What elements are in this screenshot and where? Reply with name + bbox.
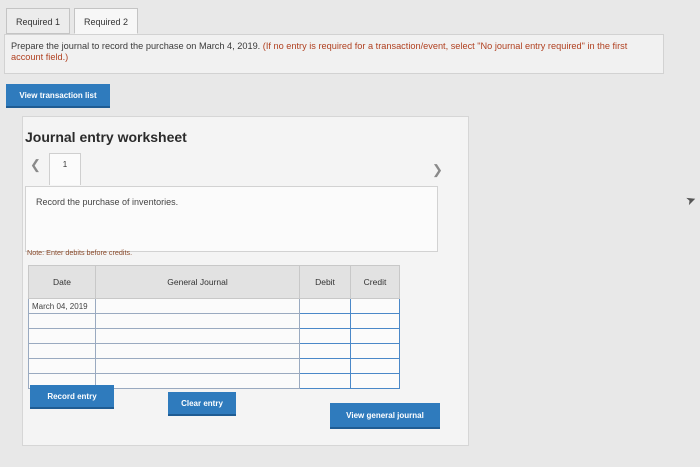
column-header-debit: Debit xyxy=(299,265,351,299)
account-cell[interactable] xyxy=(95,358,300,374)
task-description: Record the purchase of inventories. xyxy=(25,186,438,252)
credit-cell[interactable] xyxy=(350,373,400,389)
record-entry-button[interactable]: Record entry xyxy=(30,385,114,409)
account-cell[interactable] xyxy=(95,298,300,314)
credit-cell[interactable] xyxy=(350,343,400,359)
account-cell[interactable] xyxy=(95,328,300,344)
requirement-tabs: Required 1 Required 2 xyxy=(6,8,142,34)
journal-table: Date General Journal Debit Credit March … xyxy=(28,265,400,389)
table-row xyxy=(28,313,400,329)
column-header-date: Date xyxy=(28,265,96,299)
date-cell[interactable] xyxy=(28,313,96,329)
debit-cell[interactable] xyxy=(299,313,351,329)
table-row xyxy=(28,358,400,374)
tab-required-1[interactable]: Required 1 xyxy=(6,8,71,34)
entry-note: Note: Enter debits before credits. xyxy=(27,248,133,257)
debit-cell[interactable] xyxy=(299,343,351,359)
date-cell[interactable] xyxy=(28,328,96,344)
date-cell[interactable] xyxy=(28,358,96,374)
clear-entry-button[interactable]: Clear entry xyxy=(168,392,236,416)
view-transaction-list-button[interactable]: View transaction list xyxy=(6,84,110,108)
task-text: Record the purchase of inventories. xyxy=(36,197,179,207)
tab-required-2[interactable]: Required 2 xyxy=(74,8,139,34)
column-header-credit: Credit xyxy=(350,265,400,299)
chevron-left-icon[interactable]: ❮ xyxy=(30,157,41,173)
instructions-panel: Prepare the journal to record the purcha… xyxy=(4,34,664,74)
account-cell[interactable] xyxy=(95,343,300,359)
debit-cell[interactable] xyxy=(299,328,351,344)
account-cell[interactable] xyxy=(95,313,300,329)
debit-cell[interactable] xyxy=(299,298,351,314)
table-row xyxy=(28,343,400,359)
date-cell[interactable]: March 04, 2019 xyxy=(28,298,96,314)
view-general-journal-button[interactable]: View general journal xyxy=(330,403,440,429)
debit-cell[interactable] xyxy=(299,358,351,374)
debit-cell[interactable] xyxy=(299,373,351,389)
table-row xyxy=(28,328,400,344)
column-header-general-journal: General Journal xyxy=(95,265,300,299)
worksheet-title: Journal entry worksheet xyxy=(25,129,187,145)
date-cell[interactable] xyxy=(28,343,96,359)
credit-cell[interactable] xyxy=(350,313,400,329)
mouse-cursor-icon: ➤ xyxy=(683,191,699,209)
chevron-right-icon[interactable]: ❯ xyxy=(432,162,443,178)
instructions-text: Prepare the journal to record the purcha… xyxy=(11,41,261,51)
step-tab-1[interactable]: 1 xyxy=(49,153,81,185)
credit-cell[interactable] xyxy=(350,328,400,344)
credit-cell[interactable] xyxy=(350,358,400,374)
credit-cell[interactable] xyxy=(350,298,400,314)
table-row: March 04, 2019 xyxy=(28,298,400,314)
account-cell[interactable] xyxy=(95,373,300,389)
